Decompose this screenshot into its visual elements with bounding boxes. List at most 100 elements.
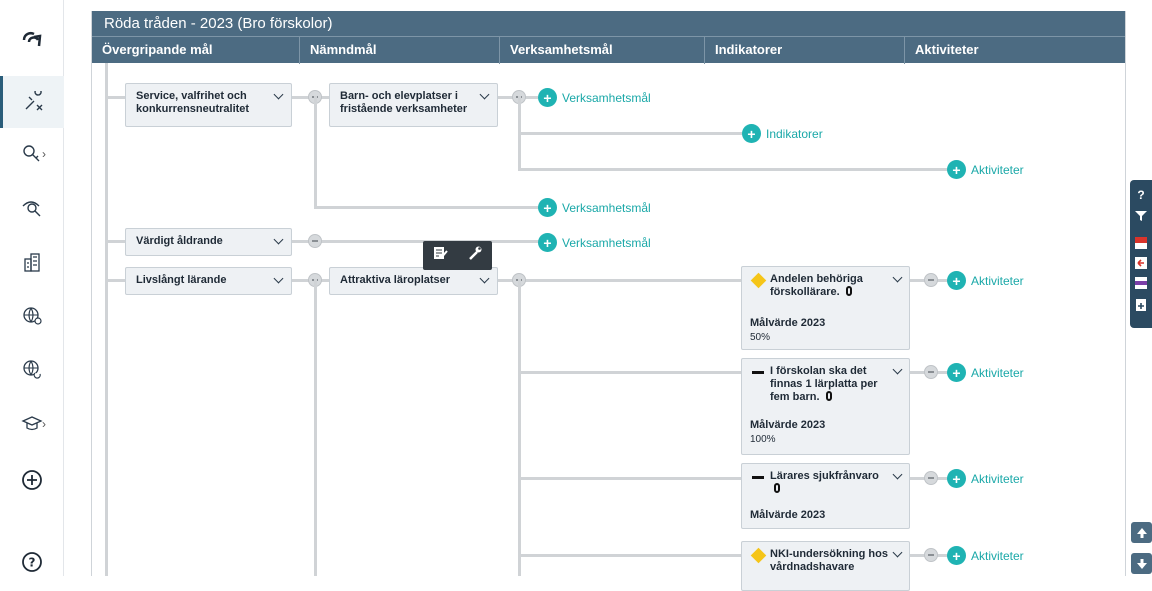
- indicator-card[interactable]: I förskolan ska det finnas 1 lärplatta p…: [741, 358, 910, 455]
- document-add-icon[interactable]: [1130, 298, 1152, 315]
- globe-person-icon: [21, 305, 43, 327]
- connector-line: [314, 96, 317, 209]
- add-activity-button[interactable]: + Aktiviteter: [947, 546, 1024, 565]
- export-icon[interactable]: [1130, 256, 1152, 273]
- nav-education-item[interactable]: ›: [0, 398, 64, 450]
- add-activity-label: Aktiviteter: [971, 162, 1024, 177]
- add-business-goal-label: Verksamhetsmål: [562, 200, 651, 215]
- chevron-down-icon[interactable]: [893, 549, 903, 559]
- add-business-goal-button[interactable]: + Verksamhetsmål: [538, 88, 651, 107]
- graduation-cap-icon: [21, 413, 43, 435]
- indicator-card[interactable]: Andelen behöriga förskollärare. Målvärde…: [741, 266, 910, 350]
- plus-icon: +: [742, 124, 761, 143]
- indicator-card[interactable]: Lärares sjukfrånvaro Målvärde 2023: [741, 463, 910, 529]
- scroll-down-button[interactable]: [1131, 553, 1152, 574]
- indicator-card[interactable]: NKI-undersökning hos vårdnadshavare: [741, 541, 910, 591]
- goal-card[interactable]: Värdigt åldrande: [125, 228, 292, 256]
- chevron-down-icon[interactable]: [274, 236, 284, 246]
- status-yellow-icon: [750, 272, 767, 289]
- nav-global-sync-item[interactable]: [0, 343, 64, 395]
- chevron-down-icon[interactable]: [480, 91, 490, 101]
- collapse-icon[interactable]: [308, 234, 322, 248]
- nav-global-users-item[interactable]: [0, 290, 64, 342]
- connector-line: [518, 371, 741, 374]
- add-activity-button[interactable]: + Aktiviteter: [947, 160, 1024, 179]
- nav-review-item[interactable]: [0, 181, 64, 233]
- plus-icon: +: [538, 233, 557, 252]
- connector-line: [518, 132, 744, 135]
- chevron-down-icon[interactable]: [893, 366, 903, 376]
- column-header-indicators: Indikatorer: [705, 37, 905, 64]
- help-icon[interactable]: ?: [1130, 188, 1152, 202]
- column-header-activities: Aktiviteter: [915, 42, 979, 57]
- connector-line: [105, 279, 125, 282]
- plus-icon: +: [947, 160, 966, 179]
- collapse-icon[interactable]: [924, 365, 938, 379]
- add-activity-button[interactable]: + Aktiviteter: [947, 469, 1024, 488]
- left-navigation: › › ?: [0, 0, 64, 576]
- wrench-icon[interactable]: [467, 245, 483, 266]
- column-header-business-goals: Verksamhetsmål: [500, 37, 705, 64]
- lock-icon: [774, 483, 780, 493]
- chevron-down-icon[interactable]: [893, 471, 903, 481]
- pdf-icon[interactable]: [1130, 236, 1152, 253]
- column-header-row: Övergripande mål Nämndmål Verksamhetsmål…: [92, 36, 1125, 64]
- web-icon[interactable]: [1130, 276, 1152, 293]
- add-activity-label: Aktiviteter: [971, 365, 1024, 380]
- key-icon: [21, 143, 43, 165]
- nav-help-button[interactable]: ?: [0, 536, 64, 588]
- scroll-up-button[interactable]: [1131, 522, 1152, 543]
- goal-card-label: Värdigt åldrande: [136, 235, 223, 247]
- plus-icon: +: [538, 198, 557, 217]
- nav-organisation-item[interactable]: [0, 236, 64, 288]
- chevron-down-icon[interactable]: [893, 274, 903, 284]
- chevron-right-icon: ›: [42, 147, 46, 161]
- collapse-icon[interactable]: [924, 273, 938, 287]
- connector-line: [518, 279, 521, 576]
- globe-refresh-icon: [21, 358, 43, 380]
- chevron-down-icon[interactable]: [480, 275, 490, 285]
- goal-tree-board: Röda tråden - 2023 (Bro förskolor) Överg…: [91, 11, 1126, 591]
- add-activity-label: Aktiviteter: [971, 548, 1024, 563]
- add-activity-button[interactable]: + Aktiviteter: [947, 363, 1024, 382]
- help-circle-icon: ?: [21, 551, 43, 573]
- app-logo-icon[interactable]: [0, 14, 64, 66]
- svg-text:?: ?: [29, 556, 36, 570]
- goal-card-label: Livslångt lärande: [136, 274, 227, 286]
- board-title: Röda tråden - 2023 (Bro förskolor): [92, 11, 1125, 36]
- connector-line: [498, 279, 741, 282]
- plus-icon: +: [947, 469, 966, 488]
- chevron-down-icon[interactable]: [274, 91, 284, 101]
- target-value: 100%: [750, 434, 776, 445]
- target-value: 50%: [750, 332, 771, 343]
- goal-card[interactable]: Livslångt lärande: [125, 267, 292, 295]
- compass-icon: [23, 91, 45, 113]
- add-indicator-button[interactable]: + Indikatorer: [742, 124, 823, 143]
- goal-card-label: Service, valfrihet och konkurrensneutral…: [136, 90, 250, 115]
- add-business-goal-button[interactable]: + Verksamhetsmål: [538, 198, 651, 217]
- column-header-overall-goals: Övergripande mål: [92, 37, 300, 64]
- nav-add-button[interactable]: [0, 454, 64, 506]
- connector-line: [518, 477, 741, 480]
- nav-goals-item[interactable]: [0, 76, 64, 128]
- add-activity-button[interactable]: + Aktiviteter: [947, 271, 1024, 290]
- add-circle-icon: [21, 469, 43, 491]
- plus-icon: +: [947, 271, 966, 290]
- chevron-down-icon[interactable]: [274, 275, 284, 285]
- goal-card[interactable]: Service, valfrihet och konkurrensneutral…: [125, 83, 292, 127]
- add-business-goal-button[interactable]: + Verksamhetsmål: [538, 233, 651, 252]
- connector-line: [314, 279, 317, 576]
- board-goal-card[interactable]: Attraktiva läroplatser: [329, 267, 498, 295]
- board-goal-card-label: Attraktiva läroplatser: [340, 274, 451, 286]
- target-label: Målvärde 2023: [750, 509, 826, 521]
- lock-icon: [845, 286, 852, 296]
- collapse-icon[interactable]: [924, 548, 938, 562]
- filter-icon[interactable]: [1130, 210, 1152, 225]
- connector-line: [314, 206, 539, 209]
- nav-key-item[interactable]: ›: [0, 128, 64, 180]
- edit-note-icon[interactable]: [432, 245, 449, 266]
- collapse-icon[interactable]: [924, 471, 938, 485]
- plus-icon: +: [947, 363, 966, 382]
- target-label: Målvärde 2023: [750, 419, 826, 431]
- board-goal-card[interactable]: Barn- och elevplatser i fristående verks…: [329, 83, 498, 127]
